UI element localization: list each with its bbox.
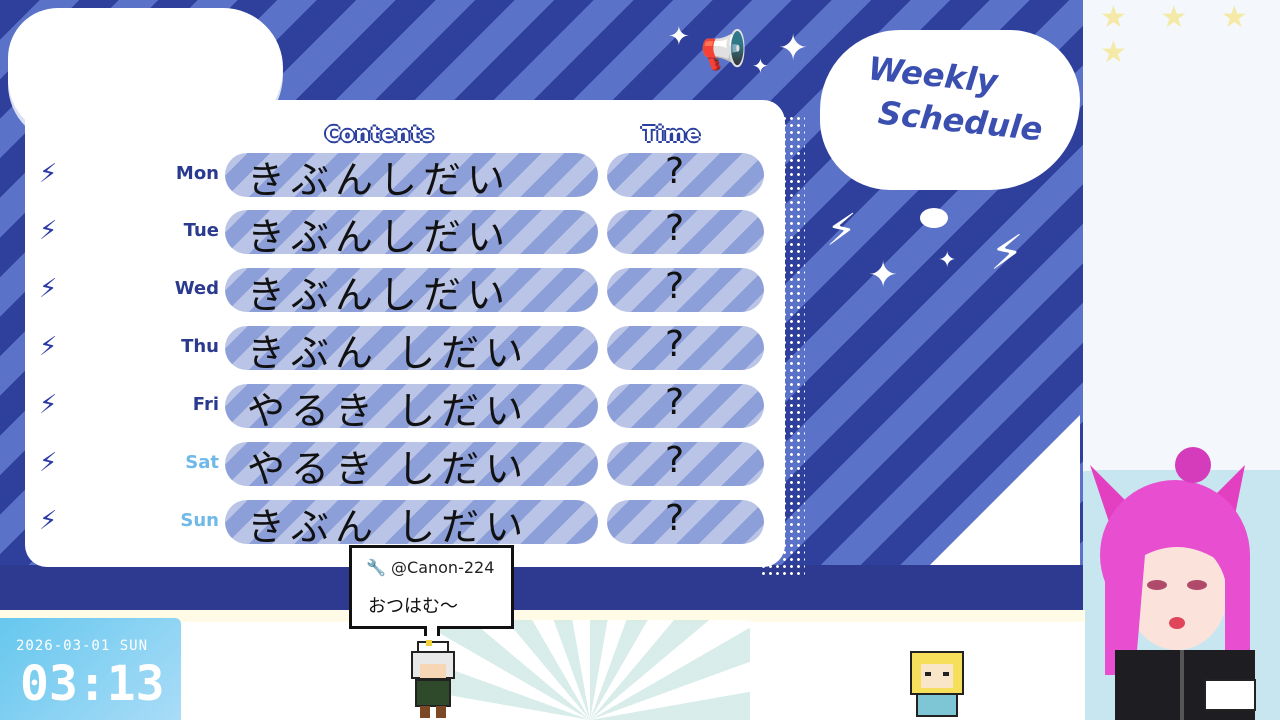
time-text: ?	[665, 151, 685, 192]
sparkle-icon: ✦	[778, 28, 809, 69]
clock-widget: 2026-03-01 SUN 03:13	[0, 618, 181, 720]
time-text: ?	[665, 266, 685, 307]
time-pill	[607, 153, 764, 197]
lightning-icon: ⚡	[39, 332, 58, 362]
time-text: ?	[665, 440, 685, 481]
lightning-icon: ⚡	[826, 205, 857, 256]
sparkle-icon: ✦	[938, 248, 957, 273]
bottom-fan-decoration	[430, 620, 750, 720]
day-label: Mon	[175, 163, 219, 184]
schedule-row-sat: ⚡ Sat やるき しだい ?	[25, 440, 785, 491]
weekly-schedule-cloud: Weekly Schedule	[820, 30, 1080, 190]
lightning-icon: ⚡	[39, 448, 58, 478]
contents-header: Contents	[325, 122, 435, 146]
chat-user: 🔧 @Canon-224	[366, 558, 494, 577]
title-line1: Weekly	[866, 49, 1000, 101]
schedule-row-tue: ⚡ Tue きぶんしだい ?	[25, 208, 785, 259]
day-label: Tue	[183, 220, 219, 241]
chat-comment-bubble: 🔧 @Canon-224 おつはむ〜	[349, 545, 514, 636]
content-text: きぶん しだい	[247, 331, 530, 375]
time-pill	[607, 442, 764, 486]
day-label: Fri	[192, 394, 219, 415]
sparkle-icon: ✦	[668, 22, 690, 52]
day-label: Thu	[181, 336, 219, 357]
time-pill	[607, 500, 764, 544]
pixel-character-knight	[411, 640, 455, 718]
time-pill	[607, 268, 764, 312]
content-text: きぶんしだい	[247, 215, 512, 259]
time-text: ?	[665, 208, 685, 249]
day-label: Sun	[180, 510, 219, 531]
title-line2: Schedule	[876, 93, 1045, 149]
time-text: ?	[665, 382, 685, 423]
bubble-tail	[424, 626, 440, 636]
schedule-row-thu: ⚡ Thu きぶん しだい ?	[25, 324, 785, 375]
lightning-icon: ⚡	[39, 506, 58, 536]
time-header: Time	[642, 122, 701, 146]
lightning-icon: ⚡	[39, 216, 58, 246]
chat-message: おつはむ〜	[368, 596, 458, 617]
board-bottom-band	[0, 565, 1083, 610]
schedule-row-wed: ⚡ Wed きぶんしだい ?	[25, 266, 785, 317]
sparkle-icon: ✦	[868, 255, 899, 296]
lightning-icon: ⚡	[39, 274, 58, 304]
lightning-icon: ⚡	[39, 390, 58, 420]
time-text: ?	[665, 498, 685, 539]
schedule-board: ✦ 📢 ✦ ✦ ⚡ ✦ ✦ ⚡ Weekly Schedule Contents…	[0, 0, 1083, 610]
vtuber-avatar	[1090, 447, 1256, 720]
day-label: Sat	[185, 452, 219, 473]
time-pill	[607, 326, 764, 370]
wrench-icon: 🔧	[366, 558, 386, 577]
content-text: きぶんしだい	[247, 273, 512, 317]
lightning-icon: ⚡	[39, 159, 58, 189]
time-pill	[607, 384, 764, 428]
day-label: Wed	[174, 278, 219, 299]
chat-username: @Canon-224	[391, 558, 495, 577]
content-text: きぶん しだい	[247, 505, 530, 549]
pixel-character-blonde	[910, 651, 964, 717]
lightning-icon: ⚡	[990, 225, 1024, 281]
content-text: やるき しだい	[247, 389, 530, 433]
megaphone-icon: 📢	[700, 28, 748, 72]
star-garland: ★ ★ ★ ★	[1100, 0, 1260, 70]
thought-bubble-dot	[920, 208, 948, 228]
schedule-row-sun: ⚡ Sun きぶん しだい ?	[25, 498, 785, 549]
content-text: やるき しだい	[247, 447, 530, 491]
time-text: ?	[665, 324, 685, 365]
sparkle-icon: ✦	[752, 54, 769, 78]
content-text: きぶんしだい	[247, 158, 512, 202]
schedule-row-fri: ⚡ Fri やるき しだい ?	[25, 382, 785, 433]
time-pill	[607, 210, 764, 254]
clock-date: 2026-03-01 SUN	[16, 638, 149, 654]
clock-time: 03:13	[20, 656, 165, 712]
schedule-row-mon: ⚡ Mon きぶんしだい ?	[25, 151, 785, 202]
